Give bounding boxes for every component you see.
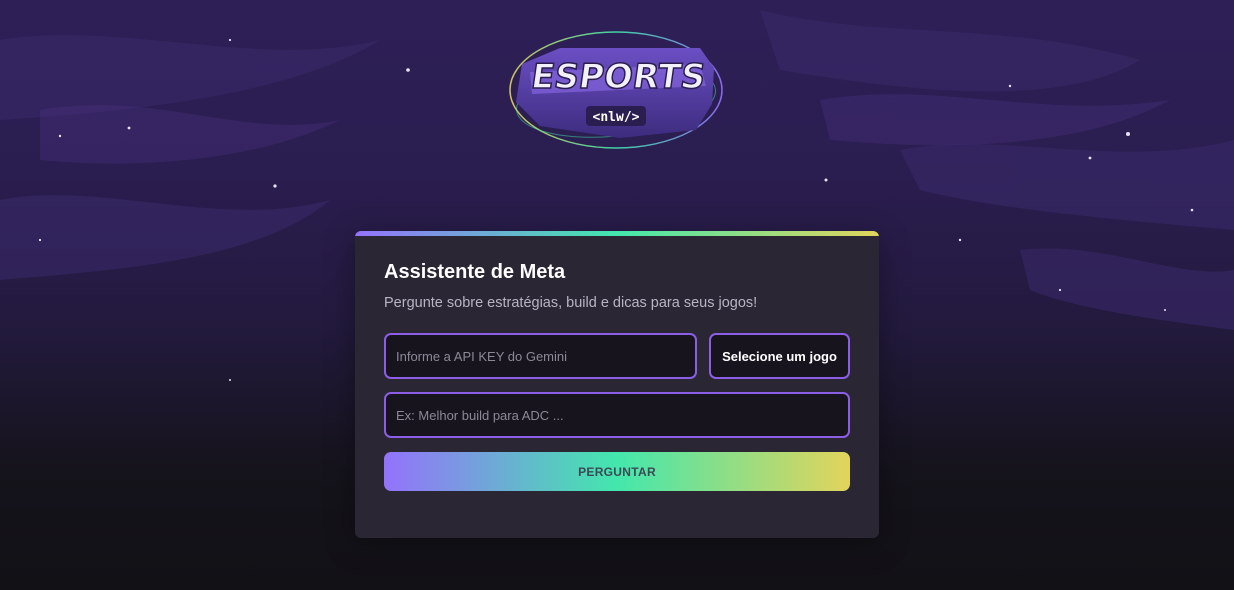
game-select-value: Selecione um jogo [722, 348, 837, 364]
ask-button[interactable]: PERGUNTAR [384, 452, 850, 491]
game-select[interactable]: Selecione um jogo [709, 333, 850, 379]
logo-wordmark: ESPORTS [529, 57, 708, 97]
card-subtitle: Pergunte sobre estratégias, build e dica… [384, 295, 758, 311]
card-title: Assistente de Meta [384, 261, 566, 283]
meta-assistant-card: Assistente de Meta Pergunte sobre estrat… [355, 231, 879, 538]
logo-nlw-tag: <nlw/> [593, 110, 640, 125]
logo-art: ESPORTS <nlw/> [509, 31, 723, 149]
question-input[interactable] [384, 392, 850, 438]
card-gradient-bar [355, 231, 879, 236]
api-key-input[interactable] [384, 333, 697, 379]
esports-logo: ESPORTS <nlw/> [500, 22, 732, 158]
